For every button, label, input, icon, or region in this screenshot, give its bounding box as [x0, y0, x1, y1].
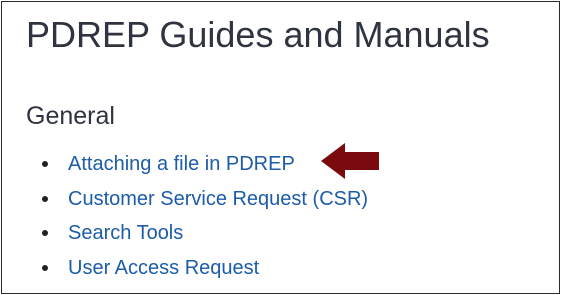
bullet-icon — [42, 161, 48, 167]
link-attaching-file[interactable]: Attaching a file in PDREP — [68, 153, 295, 175]
list-item: Customer Service Request (CSR) — [42, 185, 368, 220]
screenshot-frame: PDREP Guides and Manuals General Attachi… — [1, 1, 560, 294]
page-title: PDREP Guides and Manuals — [26, 14, 490, 55]
list-item: Search Tools — [42, 219, 368, 254]
bullet-icon — [42, 264, 48, 271]
bullet-icon — [42, 195, 48, 202]
section-heading-general: General — [26, 102, 115, 130]
link-user-access-request[interactable]: User Access Request — [68, 257, 259, 279]
link-customer-service-request[interactable]: Customer Service Request (CSR) — [68, 188, 368, 210]
left-arrow-icon — [321, 143, 379, 179]
list-item: User Access Request — [42, 254, 368, 289]
bullet-icon — [42, 230, 48, 236]
link-search-tools[interactable]: Search Tools — [68, 222, 183, 244]
